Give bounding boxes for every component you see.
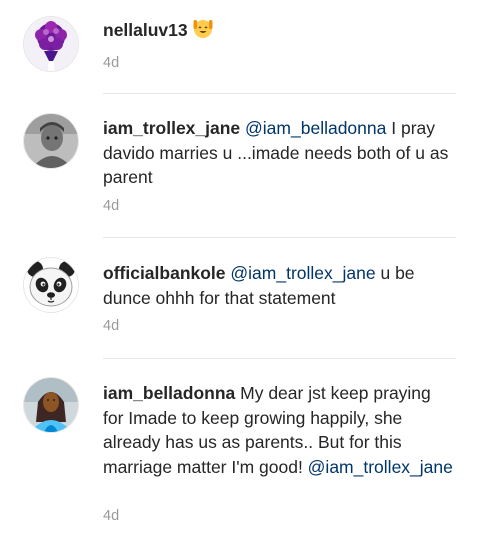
- divider: [103, 93, 456, 94]
- comment-body: officialbankole @iam_trollex_jane u be d…: [103, 261, 453, 310]
- avatar[interactable]: [24, 17, 78, 71]
- username[interactable]: officialbankole: [103, 263, 226, 283]
- username[interactable]: iam_trollex_jane: [103, 118, 240, 138]
- comment-body: iam_belladonna My dear jst keep praying …: [103, 381, 453, 479]
- woman-photo-avatar-image: [24, 378, 78, 432]
- mention-link[interactable]: @iam_trollex_jane: [308, 457, 453, 477]
- person-photo-avatar-image: [24, 114, 78, 168]
- flower-bouquet-avatar-image: [24, 17, 78, 71]
- comment-timestamp: 4d: [103, 318, 120, 334]
- comment-timestamp: 4d: [103, 55, 120, 71]
- comment-body: iam_trollex_jane @iam_belladonna I pray …: [103, 116, 453, 190]
- comment-timestamp: 4d: [103, 198, 120, 214]
- smiling-face-with-raised-hands-emoji-icon: [192, 17, 214, 46]
- comment-timestamp: 4d: [103, 508, 120, 524]
- avatar[interactable]: [24, 114, 78, 168]
- username[interactable]: iam_belladonna: [103, 383, 235, 403]
- avatar[interactable]: [24, 378, 78, 432]
- avatar[interactable]: [24, 258, 78, 312]
- divider: [103, 358, 456, 359]
- username[interactable]: nellaluv13: [103, 20, 188, 40]
- panda-face-avatar-image: [24, 258, 78, 312]
- divider: [103, 237, 456, 238]
- comment-body: nellaluv13: [103, 17, 453, 46]
- mention-link[interactable]: @iam_belladonna: [245, 118, 386, 138]
- mention-link[interactable]: @iam_trollex_jane: [230, 263, 375, 283]
